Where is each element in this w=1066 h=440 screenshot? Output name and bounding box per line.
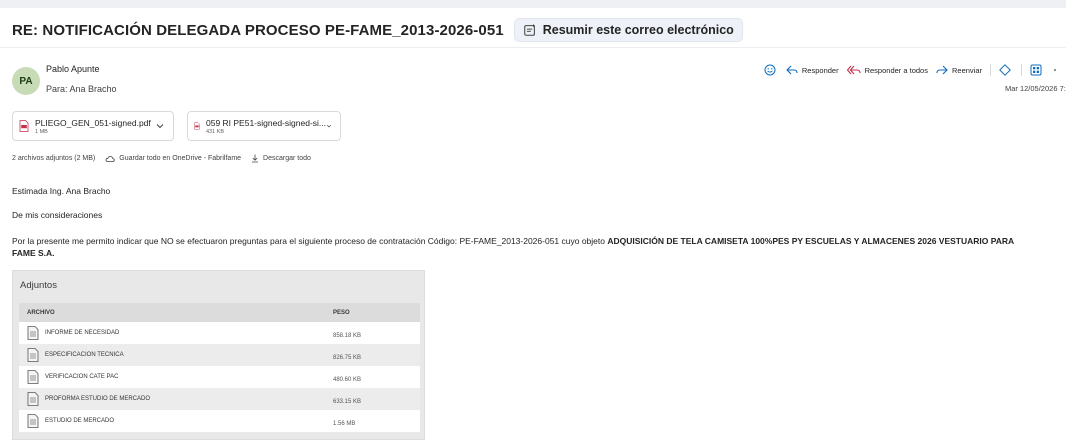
forward-button[interactable]: Reenviar	[936, 65, 982, 75]
sent-date: Mar 12/05/2026 7:2	[1004, 84, 1066, 93]
chevron-down-icon[interactable]	[155, 121, 165, 131]
chevron-down-icon[interactable]	[326, 121, 332, 131]
file-name[interactable]: VERIFICACION CATE PAC	[45, 374, 118, 380]
avatar[interactable]: PA	[12, 67, 40, 95]
document-icon	[27, 370, 39, 384]
adjuntos-table: ARCHIVO PESO INFORME DE NECESIDAD 858.18…	[19, 303, 420, 432]
forward-icon	[936, 65, 948, 75]
file-name[interactable]: ESTUDIO DE MERCADO	[45, 418, 114, 424]
document-icon	[27, 326, 39, 340]
grid-icon	[1030, 64, 1042, 76]
body-text: Por la presente me permito indicar que N…	[12, 236, 608, 246]
sender-name[interactable]: Pablo Apunte	[46, 64, 100, 74]
table-row[interactable]: INFORME DE NECESIDAD 858.18 KB	[19, 322, 420, 344]
cloud-icon	[105, 155, 115, 162]
top-divider-band	[0, 0, 1066, 8]
recipient-line: Para: Ana Bracho	[46, 84, 117, 94]
body-bold-text-2: FAME S.A.	[12, 248, 55, 258]
save-to-onedrive-link[interactable]: Guardar todo en OneDrive - Fabrilfame	[119, 155, 241, 162]
more-actions-button[interactable]	[1052, 64, 1058, 76]
apps-button[interactable]	[1030, 64, 1042, 76]
diamond-icon	[999, 64, 1011, 76]
more-icon	[1054, 69, 1056, 71]
download-all-link[interactable]: Descargar todo	[263, 155, 311, 162]
column-header-file: ARCHIVO	[27, 309, 55, 316]
smiley-icon	[764, 64, 776, 76]
body-paragraph: De mis consideraciones	[12, 210, 103, 220]
reply-all-icon	[846, 65, 861, 75]
file-size: 633.15 KB	[333, 399, 362, 405]
document-icon	[27, 414, 39, 428]
table-row[interactable]: ESTUDIO DE MERCADO 1.56 MB	[19, 410, 420, 432]
file-name[interactable]: PROFORMA ESTUDIO DE MERCADO	[45, 396, 150, 402]
file-name[interactable]: ESPECIFICACION TECNICA	[45, 352, 124, 358]
header-divider	[0, 47, 1066, 48]
attachment-size: 431 KB	[205, 128, 225, 135]
attachment-card[interactable]: PLIEGO_GEN_051-signed.pdf 1 MB	[12, 111, 174, 141]
file-size: 858.18 KB	[333, 333, 362, 339]
pdf-file-icon	[194, 122, 200, 130]
summarize-icon	[523, 23, 535, 36]
subject-row: RE: NOTIFICACIÓN DELEGADA PROCESO PE-FAM…	[12, 18, 743, 42]
file-size: 1.56 MB	[333, 421, 356, 427]
table-row[interactable]: VERIFICACION CATE PAC 480.60 KB	[19, 366, 420, 388]
file-size: 826.75 KB	[333, 355, 362, 361]
reply-all-label: Responder a todos	[864, 65, 928, 75]
body-bold-text: ADQUISICIÓN DE TELA CAMISETA 100%PES PY …	[607, 236, 1015, 246]
action-separator-2	[1021, 64, 1022, 76]
attachment-count: 2 archivos adjuntos (2 MB)	[12, 155, 96, 162]
body-paragraph-main: Por la presente me permito indicar que N…	[12, 235, 1066, 259]
attachment-card[interactable]: 059 RI PE51-signed-signed-si... 431 KB	[187, 111, 341, 141]
adjuntos-title: Adjuntos	[20, 280, 57, 291]
summarize-label: Resumir este correo electrónico	[542, 23, 734, 37]
action-separator	[990, 64, 991, 76]
body-greeting: Estimada Ing. Ana Bracho	[12, 186, 111, 196]
copilot-button[interactable]	[999, 64, 1011, 76]
message-actions: Responder Responder a todos Reenviar	[764, 64, 1066, 76]
forward-label: Reenviar	[951, 65, 982, 75]
column-header-size: PESO	[333, 309, 350, 316]
reply-all-button[interactable]: Responder a todos	[846, 65, 928, 75]
attachment-size: 1 MB	[35, 128, 48, 135]
document-icon	[27, 392, 39, 406]
emoji-reaction-button[interactable]	[764, 64, 776, 76]
attachment-summary: 2 archivos adjuntos (2 MB) Guardar todo …	[12, 154, 311, 163]
reply-button[interactable]: Responder	[786, 65, 839, 75]
email-subject: RE: NOTIFICACIÓN DELEGADA PROCESO PE-FAM…	[12, 21, 504, 39]
table-row[interactable]: PROFORMA ESTUDIO DE MERCADO 633.15 KB	[19, 388, 420, 410]
table-row[interactable]: ESPECIFICACION TECNICA 826.75 KB	[19, 344, 420, 366]
file-name[interactable]: INFORME DE NECESIDAD	[45, 330, 119, 336]
attachment-name: PLIEGO_GEN_051-signed.pdf	[35, 117, 151, 128]
document-icon	[27, 348, 39, 362]
adjuntos-panel: Adjuntos ARCHIVO PESO INFORME DE NECESID…	[12, 270, 425, 440]
table-header: ARCHIVO PESO	[19, 303, 420, 322]
file-size: 480.60 KB	[333, 377, 362, 383]
attachment-meta: PLIEGO_GEN_051-signed.pdf 1 MB	[35, 118, 151, 135]
attachment-name: 059 RI PE51-signed-signed-si...	[205, 117, 326, 128]
reply-icon	[786, 65, 798, 75]
reply-label: Responder	[801, 65, 839, 75]
summarize-button[interactable]: Resumir este correo electrónico	[513, 18, 743, 42]
pdf-file-icon	[19, 120, 29, 132]
download-icon	[252, 154, 259, 163]
attachment-meta: 059 RI PE51-signed-signed-si... 431 KB	[206, 118, 326, 135]
